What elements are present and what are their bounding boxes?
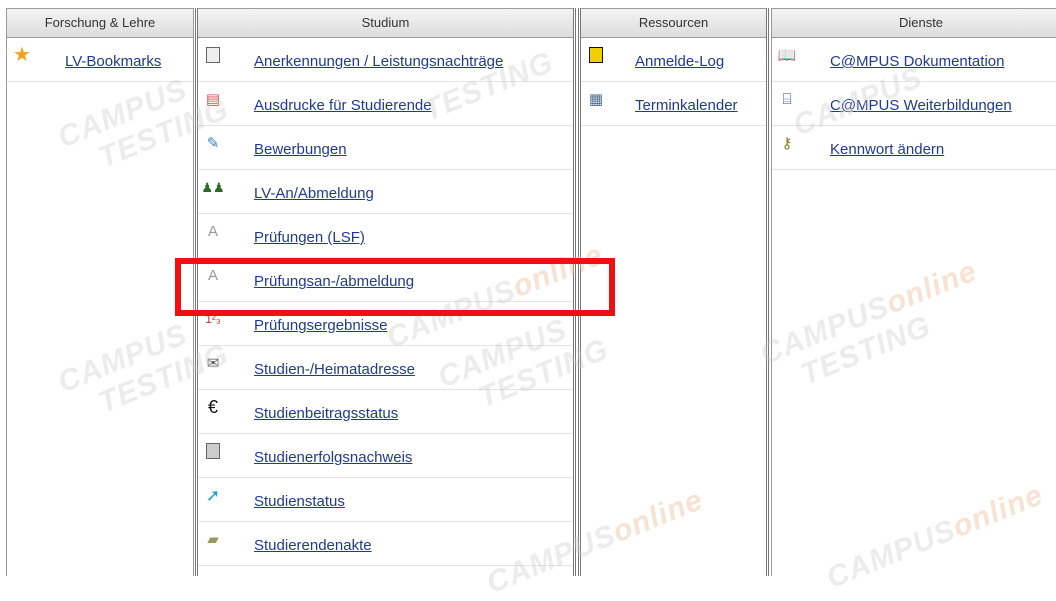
list-item-bewerbungen[interactable]: ✎ Bewerbungen <box>198 126 573 170</box>
list-item-campus-dokumentation[interactable]: 📖 C@MPUS Dokumentation <box>772 38 1056 82</box>
list-item-pruefungsan-abmeldung[interactable]: A Prüfungsan-/abmeldung <box>198 258 573 302</box>
people-icon: ♟♟ <box>201 179 225 195</box>
column-ressourcen: Ressourcen Anmelde-Log ▦ Terminkalender <box>578 8 769 576</box>
book-icon: 📖 <box>777 46 797 64</box>
list-item-studierendenakte[interactable]: ▰ Studierendenakte <box>198 522 573 566</box>
envelope-icon: ✉ <box>206 354 220 372</box>
link-anerkennungen[interactable]: Anerkennungen / Leistungsnachträge <box>254 53 503 70</box>
euro-icon: € <box>207 397 218 417</box>
column-dienste: Dienste 📖 C@MPUS Dokumentation ⌸ C@MPUS … <box>771 8 1056 576</box>
key-icon: ⚷ <box>781 134 793 152</box>
list-item-campus-weiterbildungen[interactable]: ⌸ C@MPUS Weiterbildungen <box>772 82 1056 126</box>
printer-icon: ▤ <box>205 90 221 108</box>
certificate-icon <box>204 442 222 460</box>
link-studienerfolgsnachweis[interactable]: Studienerfolgsnachweis <box>254 449 412 466</box>
link-studienstatus[interactable]: Studienstatus <box>254 493 345 510</box>
link-campus-weiterbildungen[interactable]: C@MPUS Weiterbildungen <box>830 97 1012 114</box>
link-studien-heimatadresse[interactable]: Studien-/Heimatadresse <box>254 361 415 378</box>
list-item-studienstatus[interactable]: ➚ Studienstatus <box>198 478 573 522</box>
column-forschung-lehre: Forschung & Lehre ★ LV-Bookmarks <box>6 8 194 576</box>
list-item-anmelde-log[interactable]: Anmelde-Log <box>581 38 766 82</box>
list-item-lv-bookmarks[interactable]: ★ LV-Bookmarks <box>7 38 193 82</box>
list-item-pruefungen-lsf[interactable]: A Prüfungen (LSF) <box>198 214 573 258</box>
link-lv-bookmarks[interactable]: LV-Bookmarks <box>65 53 161 70</box>
link-bewerbungen[interactable]: Bewerbungen <box>254 141 347 158</box>
column-header-dienste: Dienste <box>772 8 1056 38</box>
column-header-studium: Studium <box>198 8 573 38</box>
list-item-terminkalender[interactable]: ▦ Terminkalender <box>581 82 766 126</box>
column-studium: Studium Anerkennungen / Leistungsnachträ… <box>195 8 576 576</box>
arrow-icon: ➚ <box>205 485 221 505</box>
list-item-kennwort-aendern[interactable]: ⚷ Kennwort ändern <box>772 126 1056 170</box>
link-ausdrucke[interactable]: Ausdrucke für Studierende <box>254 97 432 114</box>
folder-icon: ▰ <box>207 530 219 548</box>
grades-icon: 1²₃ <box>205 312 221 326</box>
presentation-icon: ⌸ <box>782 90 792 108</box>
link-studierendenakte[interactable]: Studierendenakte <box>254 537 372 554</box>
exam-icon: A <box>207 266 218 284</box>
link-studienbeitragsstatus[interactable]: Studienbeitragsstatus <box>254 405 398 422</box>
list-item-studienerfolgsnachweis[interactable]: Studienerfolgsnachweis <box>198 434 573 478</box>
column-header-forschung-lehre: Forschung & Lehre <box>7 8 193 38</box>
link-lv-an-abmeldung[interactable]: LV-An/Abmeldung <box>254 185 374 202</box>
link-kennwort-aendern[interactable]: Kennwort ändern <box>830 141 944 158</box>
exam-icon: A <box>207 222 218 240</box>
star-icon: ★ <box>13 44 31 66</box>
lock-icon <box>587 46 605 64</box>
list-item-studien-heimatadresse[interactable]: ✉ Studien-/Heimatadresse <box>198 346 573 390</box>
link-terminkalender[interactable]: Terminkalender <box>635 97 738 114</box>
list-item-lv-an-abmeldung[interactable]: ♟♟ LV-An/Abmeldung <box>198 170 573 214</box>
link-pruefungen-lsf[interactable]: Prüfungen (LSF) <box>254 229 365 246</box>
document-icon <box>204 46 222 64</box>
link-anmelde-log[interactable]: Anmelde-Log <box>635 53 724 70</box>
column-header-ressourcen: Ressourcen <box>581 8 766 38</box>
calendar-icon: ▦ <box>588 90 604 108</box>
list-item-pruefungsergebnisse[interactable]: 1²₃ Prüfungsergebnisse <box>198 302 573 346</box>
list-item-ausdrucke[interactable]: ▤ Ausdrucke für Studierende <box>198 82 573 126</box>
link-campus-dokumentation[interactable]: C@MPUS Dokumentation <box>830 53 1004 70</box>
link-pruefungsergebnisse[interactable]: Prüfungsergebnisse <box>254 317 387 334</box>
edit-icon: ✎ <box>206 134 220 152</box>
list-item-studienbeitragsstatus[interactable]: € Studienbeitragsstatus <box>198 390 573 434</box>
link-pruefungsan-abmeldung[interactable]: Prüfungsan-/abmeldung <box>254 273 414 290</box>
list-item-anerkennungen[interactable]: Anerkennungen / Leistungsnachträge <box>198 38 573 82</box>
